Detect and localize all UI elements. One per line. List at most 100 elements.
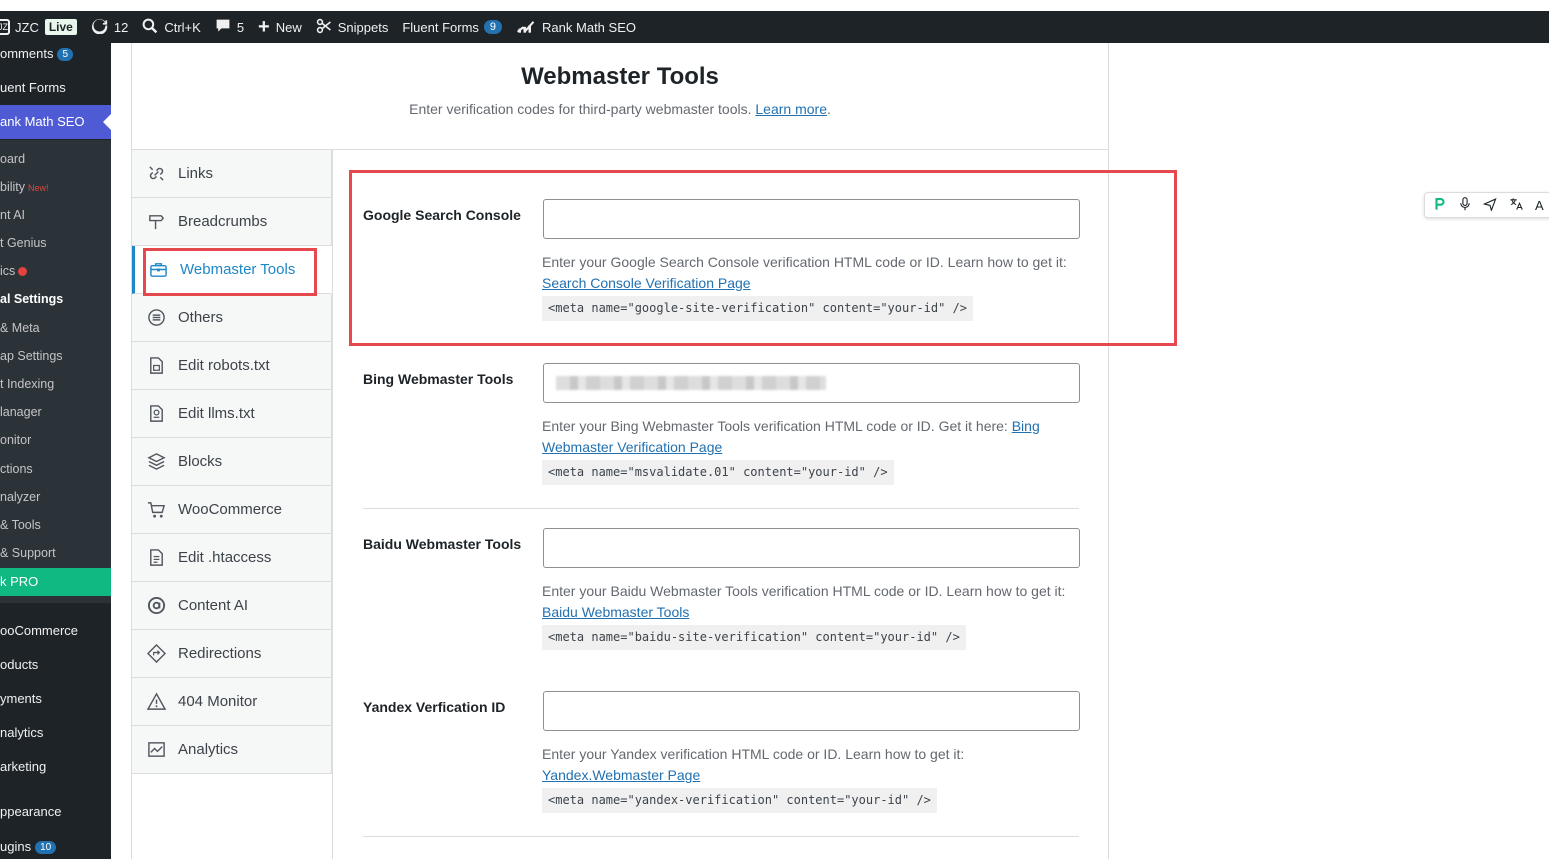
search-shortcut: Ctrl+K bbox=[164, 19, 201, 35]
tab-analytics[interactable]: Analytics bbox=[132, 726, 332, 774]
rank-math-button[interactable]: Rank Math SEO bbox=[516, 11, 636, 43]
submenu-accessibility[interactable]: bility New! bbox=[0, 180, 111, 194]
menu-label: oducts bbox=[0, 657, 39, 672]
translate-icon[interactable] bbox=[1509, 197, 1523, 214]
menu-fluent-forms[interactable]: uent Forms bbox=[0, 80, 111, 95]
submenu-label: nt AI bbox=[0, 208, 26, 222]
yandex-verification-link[interactable]: Yandex.Webmaster Page bbox=[542, 767, 700, 783]
tab-webmaster-tools[interactable]: Webmaster Tools bbox=[132, 246, 332, 294]
tab-label: Links bbox=[178, 165, 214, 182]
tab-edit-robots[interactable]: Edit robots.txt bbox=[132, 342, 332, 390]
submenu-sitemap-settings[interactable]: ap Settings bbox=[0, 349, 111, 363]
admin-bar: JZ JZC Live 12 Ctrl+K 5 + New bbox=[0, 11, 1549, 43]
submenu-genius[interactable]: t Genius bbox=[0, 236, 111, 250]
menu-appearance[interactable]: ppearance bbox=[0, 804, 111, 819]
cart-icon bbox=[146, 500, 166, 520]
snippets-label: Snippets bbox=[337, 19, 389, 35]
tab-label: WooCommerce bbox=[178, 501, 282, 518]
tab-redirections[interactable]: Redirections bbox=[132, 630, 332, 678]
tab-woocommerce[interactable]: WooCommerce bbox=[132, 486, 332, 534]
menu-marketing[interactable]: arketing bbox=[0, 759, 111, 774]
submenu-pro-label: k PRO bbox=[0, 574, 39, 589]
search-button[interactable]: Ctrl+K bbox=[142, 11, 201, 43]
menu-rank-math-label: ank Math SEO bbox=[0, 114, 85, 129]
menu-rank-math[interactable]: ank Math SEO bbox=[0, 105, 111, 139]
tab-404-monitor[interactable]: 404 Monitor bbox=[132, 678, 332, 726]
microphone-icon[interactable] bbox=[1459, 196, 1471, 214]
site-menu[interactable]: JZ JZC Live bbox=[0, 11, 77, 43]
tab-links[interactable]: Links bbox=[132, 150, 332, 198]
submenu-general-settings[interactable]: al Settings bbox=[0, 292, 111, 306]
comment-icon bbox=[215, 18, 231, 37]
fluent-forms-button[interactable]: Fluent Forms 9 bbox=[402, 11, 503, 43]
submenu-label: nalyzer bbox=[0, 490, 41, 504]
tab-edit-llms[interactable]: Edit llms.txt bbox=[132, 390, 332, 438]
menu-comments-label: omments bbox=[0, 46, 54, 61]
new-content-button[interactable]: + New bbox=[258, 11, 302, 43]
robots-file-icon bbox=[146, 356, 166, 376]
site-logo-icon: JZ bbox=[0, 19, 10, 35]
menu-analytics[interactable]: nalytics bbox=[0, 725, 111, 740]
submenu-label: oard bbox=[0, 152, 26, 166]
submenu-analytics[interactable]: ics bbox=[0, 264, 111, 278]
submenu-content-ai[interactable]: nt AI bbox=[0, 208, 111, 222]
google-meta-code: <meta name="google-site-verification" co… bbox=[542, 296, 974, 321]
bing-input[interactable] bbox=[543, 363, 1080, 403]
submenu-seo-analyzer[interactable]: nalyzer bbox=[0, 490, 111, 504]
submenu-help-support[interactable]: & Support bbox=[0, 546, 111, 560]
tab-blocks[interactable]: Blocks bbox=[132, 438, 332, 486]
submenu-instant-indexing[interactable]: t Indexing bbox=[0, 377, 111, 391]
submenu-label: bility bbox=[0, 180, 26, 194]
content-ai-icon bbox=[146, 596, 166, 616]
submenu-titles-meta[interactable]: & Meta bbox=[0, 321, 111, 335]
comments-button[interactable]: 5 bbox=[215, 11, 244, 43]
tab-edit-htaccess[interactable]: Edit .htaccess bbox=[132, 534, 332, 582]
baidu-desc-text: Enter your Baidu Webmaster Tools verific… bbox=[542, 583, 1066, 599]
learn-more-link[interactable]: Learn more bbox=[755, 101, 827, 117]
submenu-dashboard[interactable]: oard bbox=[0, 152, 111, 166]
submenu-label: ics bbox=[0, 264, 16, 278]
submenu-redirections[interactable]: ctions bbox=[0, 462, 111, 476]
signpost-icon bbox=[146, 212, 166, 232]
p-logo-icon[interactable] bbox=[1433, 197, 1447, 214]
baidu-verification-link[interactable]: Baidu Webmaster Tools bbox=[542, 604, 689, 620]
google-input[interactable] bbox=[543, 199, 1080, 239]
menu-products[interactable]: oducts bbox=[0, 657, 111, 672]
bing-description: Enter your Bing Webmaster Tools verifica… bbox=[542, 416, 1082, 485]
tab-content-ai[interactable]: Content AI bbox=[132, 582, 332, 630]
menu-comments-count: 5 bbox=[57, 48, 74, 61]
menu-plugins[interactable]: ugins 10 bbox=[0, 839, 111, 854]
ai-text-label[interactable]: A bbox=[1535, 198, 1544, 213]
tab-label: Blocks bbox=[178, 453, 223, 470]
tab-breadcrumbs[interactable]: Breadcrumbs bbox=[132, 198, 332, 246]
page-description: Enter verification codes for third-party… bbox=[132, 101, 1108, 117]
yandex-input[interactable] bbox=[543, 691, 1080, 731]
tab-label: Analytics bbox=[178, 741, 239, 758]
tab-label: Others bbox=[178, 309, 224, 326]
baidu-label: Baidu Webmaster Tools bbox=[363, 536, 522, 552]
submenu-label: al Settings bbox=[0, 292, 64, 306]
submenu-role-manager[interactable]: lanager bbox=[0, 405, 111, 419]
menu-payments[interactable]: yments bbox=[0, 691, 111, 706]
menu-woocommerce[interactable]: ooCommerce bbox=[0, 623, 111, 638]
updates-button[interactable]: 12 bbox=[91, 11, 128, 43]
send-icon[interactable] bbox=[1482, 197, 1497, 214]
page-title: Webmaster Tools bbox=[521, 63, 719, 90]
comments-count: 5 bbox=[236, 19, 245, 35]
submenu-pro[interactable]: k PRO bbox=[0, 568, 111, 596]
tab-others[interactable]: Others bbox=[132, 294, 332, 342]
webmaster-tools-form: Google Search Console Enter your Google … bbox=[332, 150, 1108, 859]
new-badge: New! bbox=[28, 183, 49, 193]
analytics-icon bbox=[146, 740, 166, 760]
google-verification-link[interactable]: Search Console Verification Page bbox=[542, 275, 751, 291]
google-label: Google Search Console bbox=[363, 207, 521, 223]
menu-label: ooCommerce bbox=[0, 623, 79, 638]
menu-comments[interactable]: omments 5 bbox=[0, 46, 111, 61]
baidu-input[interactable] bbox=[543, 528, 1080, 568]
baidu-description: Enter your Baidu Webmaster Tools verific… bbox=[542, 581, 1082, 650]
menu-label: ugins bbox=[0, 839, 32, 854]
snippets-button[interactable]: Snippets bbox=[316, 11, 389, 43]
submenu-status-tools[interactable]: & Tools bbox=[0, 518, 111, 532]
bing-label: Bing Webmaster Tools bbox=[363, 371, 514, 387]
submenu-404-monitor[interactable]: onitor bbox=[0, 433, 111, 447]
